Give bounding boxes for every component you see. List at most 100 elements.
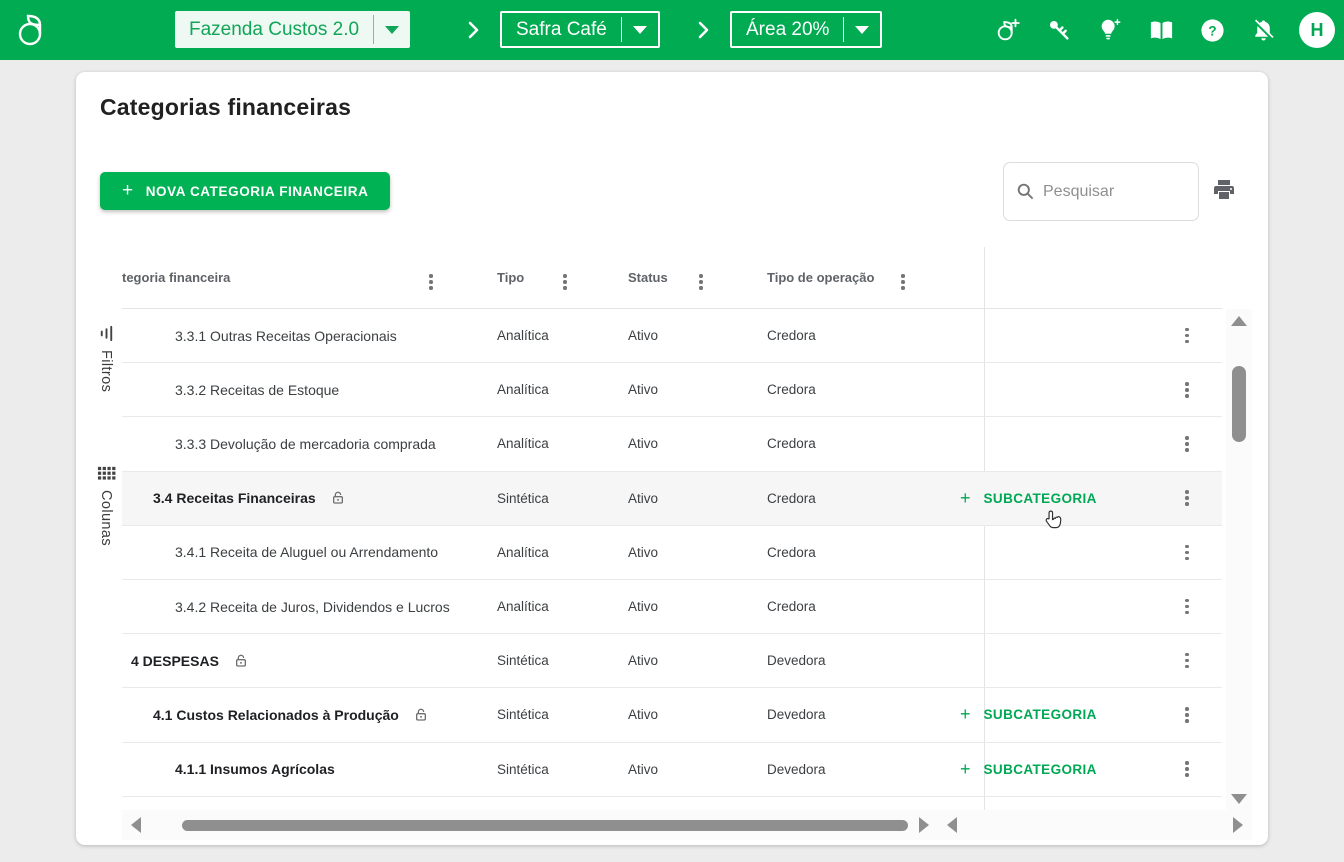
field-dropdown[interactable]: Área 20% [730, 11, 882, 48]
scroll-right-arrow-icon[interactable] [1233, 817, 1243, 833]
search-input[interactable] [1043, 183, 1173, 201]
category-name: 4 DESPESAS [131, 653, 219, 669]
table-row[interactable]: 3.4.1 Receita de Aluguel ou Arrendamento… [122, 526, 1222, 580]
category-cell: 4.1 Custos Relacionados à Produção Sinté… [122, 688, 938, 741]
actions-cell: + SUBCATEGORIA [938, 743, 1222, 796]
filters-tab-label: Filtros [98, 350, 114, 392]
type-value: Analítica [497, 599, 549, 614]
vertical-scrollbar[interactable] [1226, 309, 1252, 840]
actions-cell [938, 309, 1222, 362]
chevron-down-icon [844, 26, 880, 34]
column-menu-icon[interactable] [559, 270, 571, 294]
actions-cell: + SUBCATEGORIA [938, 472, 1222, 525]
svg-text:?: ? [1208, 23, 1216, 38]
farm-dropdown-label: Fazenda Custos 2.0 [175, 19, 373, 41]
scroll-up-arrow-icon[interactable] [1231, 316, 1247, 326]
row-menu-icon[interactable] [1181, 595, 1193, 619]
new-financial-category-button[interactable]: + NOVA CATEGORIA FINANCEIRA [100, 172, 390, 210]
aegro-logo-icon[interactable] [14, 12, 50, 48]
scroll-down-arrow-icon[interactable] [1231, 794, 1247, 804]
column-menu-icon[interactable] [897, 270, 909, 294]
table-row[interactable]: 3.3.3 Devolução de mercadoria comprada A… [122, 417, 1222, 471]
type-value: Analítica [497, 545, 549, 560]
printer-icon [1212, 178, 1236, 202]
category-name: 3.3.2 Receitas de Estoque [175, 382, 339, 398]
subcategory-label: SUBCATEGORIA [984, 491, 1097, 506]
filter-icon [97, 324, 116, 343]
type-value: Sintética [497, 762, 549, 777]
table-row[interactable]: 3.3.1 Outras Receitas Operacionais Analí… [122, 309, 1222, 363]
scroll-right-arrow-icon[interactable] [919, 817, 929, 833]
category-name: 4.1.1 Insumos Agrícolas [175, 761, 335, 777]
operation-value: Credora [767, 599, 816, 614]
row-menu-icon[interactable] [1181, 541, 1193, 565]
key-icon[interactable] [1044, 15, 1074, 45]
plus-icon: + [960, 488, 971, 509]
category-cell: 3.4.1 Receita de Aluguel ou Arrendamento… [122, 526, 938, 579]
actions-cell: + SUBCATEGORIA [938, 688, 1222, 741]
table-row[interactable]: 3.4 Receitas Financeiras Sintética Ativo… [122, 472, 1222, 526]
row-menu-icon[interactable] [1181, 757, 1193, 781]
row-menu-icon[interactable] [1181, 703, 1193, 727]
table-row[interactable]: 3.3.2 Receitas de Estoque Analítica Ativ… [122, 363, 1222, 417]
add-subcategory-button[interactable]: + SUBCATEGORIA [960, 488, 1097, 509]
help-icon[interactable]: ? [1197, 15, 1227, 45]
type-value: Sintética [497, 707, 549, 722]
add-property-icon[interactable] [993, 15, 1023, 45]
category-cell: 3.3.2 Receitas de Estoque Analítica Ativ… [122, 363, 938, 416]
row-menu-icon[interactable] [1181, 486, 1193, 510]
row-menu-icon[interactable] [1181, 324, 1193, 348]
status-value: Ativo [628, 382, 658, 397]
knowledge-book-icon[interactable] [1146, 15, 1176, 45]
subcategory-label: SUBCATEGORIA [984, 762, 1097, 777]
filters-side-tab[interactable]: Filtros [88, 324, 124, 392]
scroll-left-arrow-icon[interactable] [947, 817, 957, 833]
category-name: 3.3.3 Devolução de mercadoria comprada [175, 436, 436, 452]
print-button[interactable] [1211, 178, 1237, 204]
breadcrumb-chevron-icon [466, 20, 480, 40]
table-row[interactable]: 4 DESPESAS Sintética Ativo Devedora [122, 634, 1222, 688]
operation-value: Credora [767, 491, 816, 506]
subcategory-label: SUBCATEGORIA [984, 707, 1097, 722]
table-body: 3.3.1 Outras Receitas Operacionais Analí… [122, 309, 1222, 797]
search-field [1003, 162, 1199, 221]
scroll-left-arrow-icon[interactable] [131, 817, 141, 833]
column-header-operation: Tipo de operação [767, 247, 874, 309]
operation-value: Devedora [767, 762, 826, 777]
horizontal-scrollbar-thumb[interactable] [182, 820, 908, 831]
farm-dropdown[interactable]: Fazenda Custos 2.0 [175, 11, 410, 48]
table-row[interactable]: 4.1 Custos Relacionados à Produção Sinté… [122, 688, 1222, 742]
category-cell: 4.1.1 Insumos Agrícolas Sintética Ativo … [122, 743, 938, 796]
table-row[interactable]: 4.1.1 Insumos Agrícolas Sintética Ativo … [122, 743, 1222, 797]
status-value: Ativo [628, 707, 658, 722]
season-dropdown-label: Safra Café [502, 19, 621, 41]
row-menu-icon[interactable] [1181, 432, 1193, 456]
type-value: Sintética [497, 653, 549, 668]
actions-cell [938, 417, 1222, 470]
user-avatar[interactable]: H [1299, 12, 1335, 48]
operation-value: Credora [767, 436, 816, 451]
add-subcategory-button[interactable]: + SUBCATEGORIA [960, 759, 1097, 780]
row-menu-icon[interactable] [1181, 378, 1193, 402]
season-dropdown[interactable]: Safra Café [500, 11, 660, 48]
content-card: Categorias financeiras + NOVA CATEGORIA … [76, 72, 1268, 845]
notifications-off-icon[interactable] [1248, 15, 1278, 45]
field-dropdown-label: Área 20% [732, 19, 843, 41]
column-header-category: tegoria financeira [122, 247, 230, 309]
column-menu-icon[interactable] [425, 270, 437, 294]
lock-icon [233, 653, 249, 669]
category-cell: 3.3.3 Devolução de mercadoria comprada A… [122, 417, 938, 470]
table-row[interactable]: 3.4.2 Receita de Juros, Dividendos e Luc… [122, 580, 1222, 634]
category-cell: 3.4 Receitas Financeiras Sintética Ativo… [122, 472, 938, 525]
actions-cell [938, 363, 1222, 416]
row-menu-icon[interactable] [1181, 649, 1193, 673]
vertical-scrollbar-thumb[interactable] [1232, 366, 1246, 442]
horizontal-scrollbar-main[interactable] [122, 810, 938, 840]
status-value: Ativo [628, 653, 658, 668]
horizontal-scrollbar-actions[interactable] [938, 810, 1252, 840]
add-subcategory-button[interactable]: + SUBCATEGORIA [960, 704, 1097, 725]
chevron-down-icon [374, 26, 410, 34]
columns-side-tab[interactable]: Colunas [88, 464, 124, 546]
tips-lightbulb-icon[interactable] [1095, 15, 1125, 45]
column-menu-icon[interactable] [695, 270, 707, 294]
